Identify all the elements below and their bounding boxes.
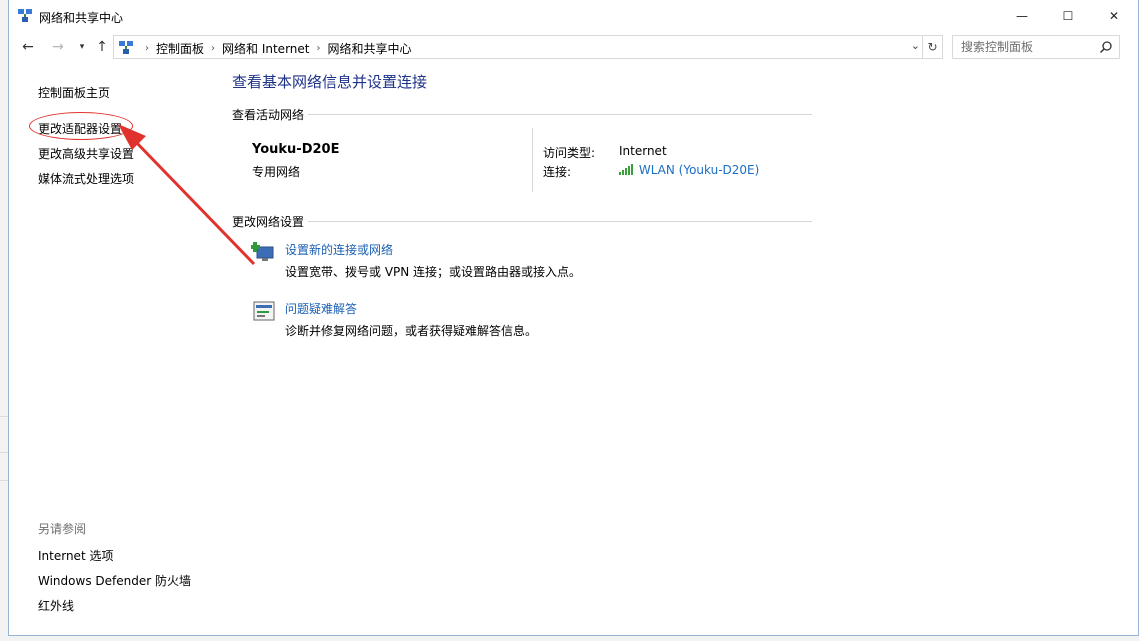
minimize-icon: —	[1016, 9, 1028, 23]
breadcrumb-separator-icon: ›	[211, 43, 216, 54]
new-connection-description: 设置宽带、拨号或 VPN 连接；或设置路由器或接入点。	[285, 265, 582, 279]
sidebar-item-control-panel-home[interactable]: 控制面板主页	[38, 84, 110, 101]
see-also-defender-firewall[interactable]: Windows Defender 防火墙	[38, 572, 191, 589]
network-type: 专用网络	[252, 165, 301, 179]
address-dropdown-icon[interactable]: ⌄	[911, 39, 920, 52]
back-arrow-icon: ←	[22, 39, 34, 55]
troubleshoot-icon	[253, 301, 275, 321]
forward-button[interactable]: →	[47, 36, 69, 58]
access-type-value: Internet	[619, 144, 667, 158]
change-settings-section: 更改网络设置	[232, 213, 812, 230]
window-title: 网络和共享中心	[39, 11, 124, 25]
wifi-signal-icon	[619, 164, 633, 175]
network-center-icon	[18, 9, 32, 22]
back-button[interactable]: ←	[17, 36, 39, 58]
recent-locations-button[interactable]: ▾	[71, 36, 93, 58]
vertical-divider	[532, 128, 533, 192]
see-also-infrared[interactable]: 红外线	[38, 597, 74, 614]
connection-label: 连接:	[543, 165, 572, 179]
network-sharing-window: 网络和共享中心 — ☐ ✕ ← → ▾ ↑ › 控制面板 › 网络和 Inter…	[8, 0, 1139, 636]
page-title: 查看基本网络信息并设置连接	[232, 73, 428, 91]
see-also-internet-options[interactable]: Internet 选项	[38, 547, 113, 564]
breadcrumb-separator-icon: ›	[316, 43, 321, 54]
sidebar-item-advanced-sharing[interactable]: 更改高级共享设置	[38, 145, 134, 162]
chevron-down-icon: ▾	[79, 42, 85, 52]
minimize-button[interactable]: —	[999, 0, 1045, 32]
title-bar: 网络和共享中心 — ☐ ✕	[9, 0, 1138, 32]
maximize-icon: ☐	[1062, 9, 1074, 23]
search-box[interactable]	[952, 35, 1120, 59]
control-panel-icon	[119, 41, 133, 54]
refresh-button[interactable]: ↻	[922, 36, 942, 58]
up-button[interactable]: ↑	[91, 36, 113, 58]
breadcrumb-control-panel[interactable]: 控制面板	[156, 40, 204, 57]
close-icon: ✕	[1108, 9, 1120, 23]
sidebar-item-media-streaming[interactable]: 媒体流式处理选项	[38, 170, 134, 187]
troubleshoot-link[interactable]: 问题疑难解答	[285, 300, 357, 317]
section-title: 更改网络设置	[232, 215, 305, 229]
maximize-button[interactable]: ☐	[1045, 0, 1091, 32]
main-content: 查看基本网络信息并设置连接 查看活动网络 Youku-D20E 专用网络 访问类…	[231, 62, 1138, 635]
see-also-heading: 另请参阅	[38, 522, 87, 536]
breadcrumb-network-internet[interactable]: 网络和 Internet	[222, 40, 309, 57]
task-sidebar: 控制面板主页 更改适配器设置 更改高级共享设置 媒体流式处理选项 另请参阅 In…	[9, 62, 219, 635]
address-toolbar: ← → ▾ ↑ › 控制面板 › 网络和 Internet › 网络和共享中心 …	[9, 33, 1138, 61]
annotation-highlight-ellipse	[29, 112, 133, 140]
troubleshoot-description: 诊断并修复网络问题，或者获得疑难解答信息。	[285, 324, 538, 338]
new-connection-link[interactable]: 设置新的连接或网络	[285, 241, 393, 258]
active-networks-section: 查看活动网络	[232, 106, 812, 123]
up-arrow-icon: ↑	[96, 39, 108, 55]
search-icon[interactable]	[1099, 40, 1113, 54]
connection-row: 连接: WLAN (Youku-D20E)	[543, 163, 759, 180]
forward-arrow-icon: →	[52, 39, 64, 55]
refresh-icon: ↻	[927, 40, 938, 54]
breadcrumb-network-center[interactable]: 网络和共享中心	[327, 40, 411, 57]
breadcrumb: › 控制面板 › 网络和 Internet › 网络和共享中心	[138, 40, 412, 57]
section-title: 查看活动网络	[232, 108, 305, 122]
search-input[interactable]	[961, 40, 1091, 54]
access-type-row: 访问类型: Internet	[543, 144, 667, 161]
new-connection-icon	[251, 242, 274, 261]
address-bar[interactable]: › 控制面板 › 网络和 Internet › 网络和共享中心 ⌄ ↻	[113, 35, 943, 59]
section-divider	[308, 114, 812, 115]
connection-link[interactable]: WLAN (Youku-D20E)	[619, 163, 759, 177]
network-name: Youku-D20E	[252, 142, 340, 157]
close-button[interactable]: ✕	[1091, 0, 1137, 32]
access-type-label: 访问类型:	[543, 146, 596, 160]
connection-value: WLAN (Youku-D20E)	[638, 163, 760, 177]
breadcrumb-separator-icon: ›	[145, 43, 149, 54]
section-divider	[308, 221, 812, 222]
